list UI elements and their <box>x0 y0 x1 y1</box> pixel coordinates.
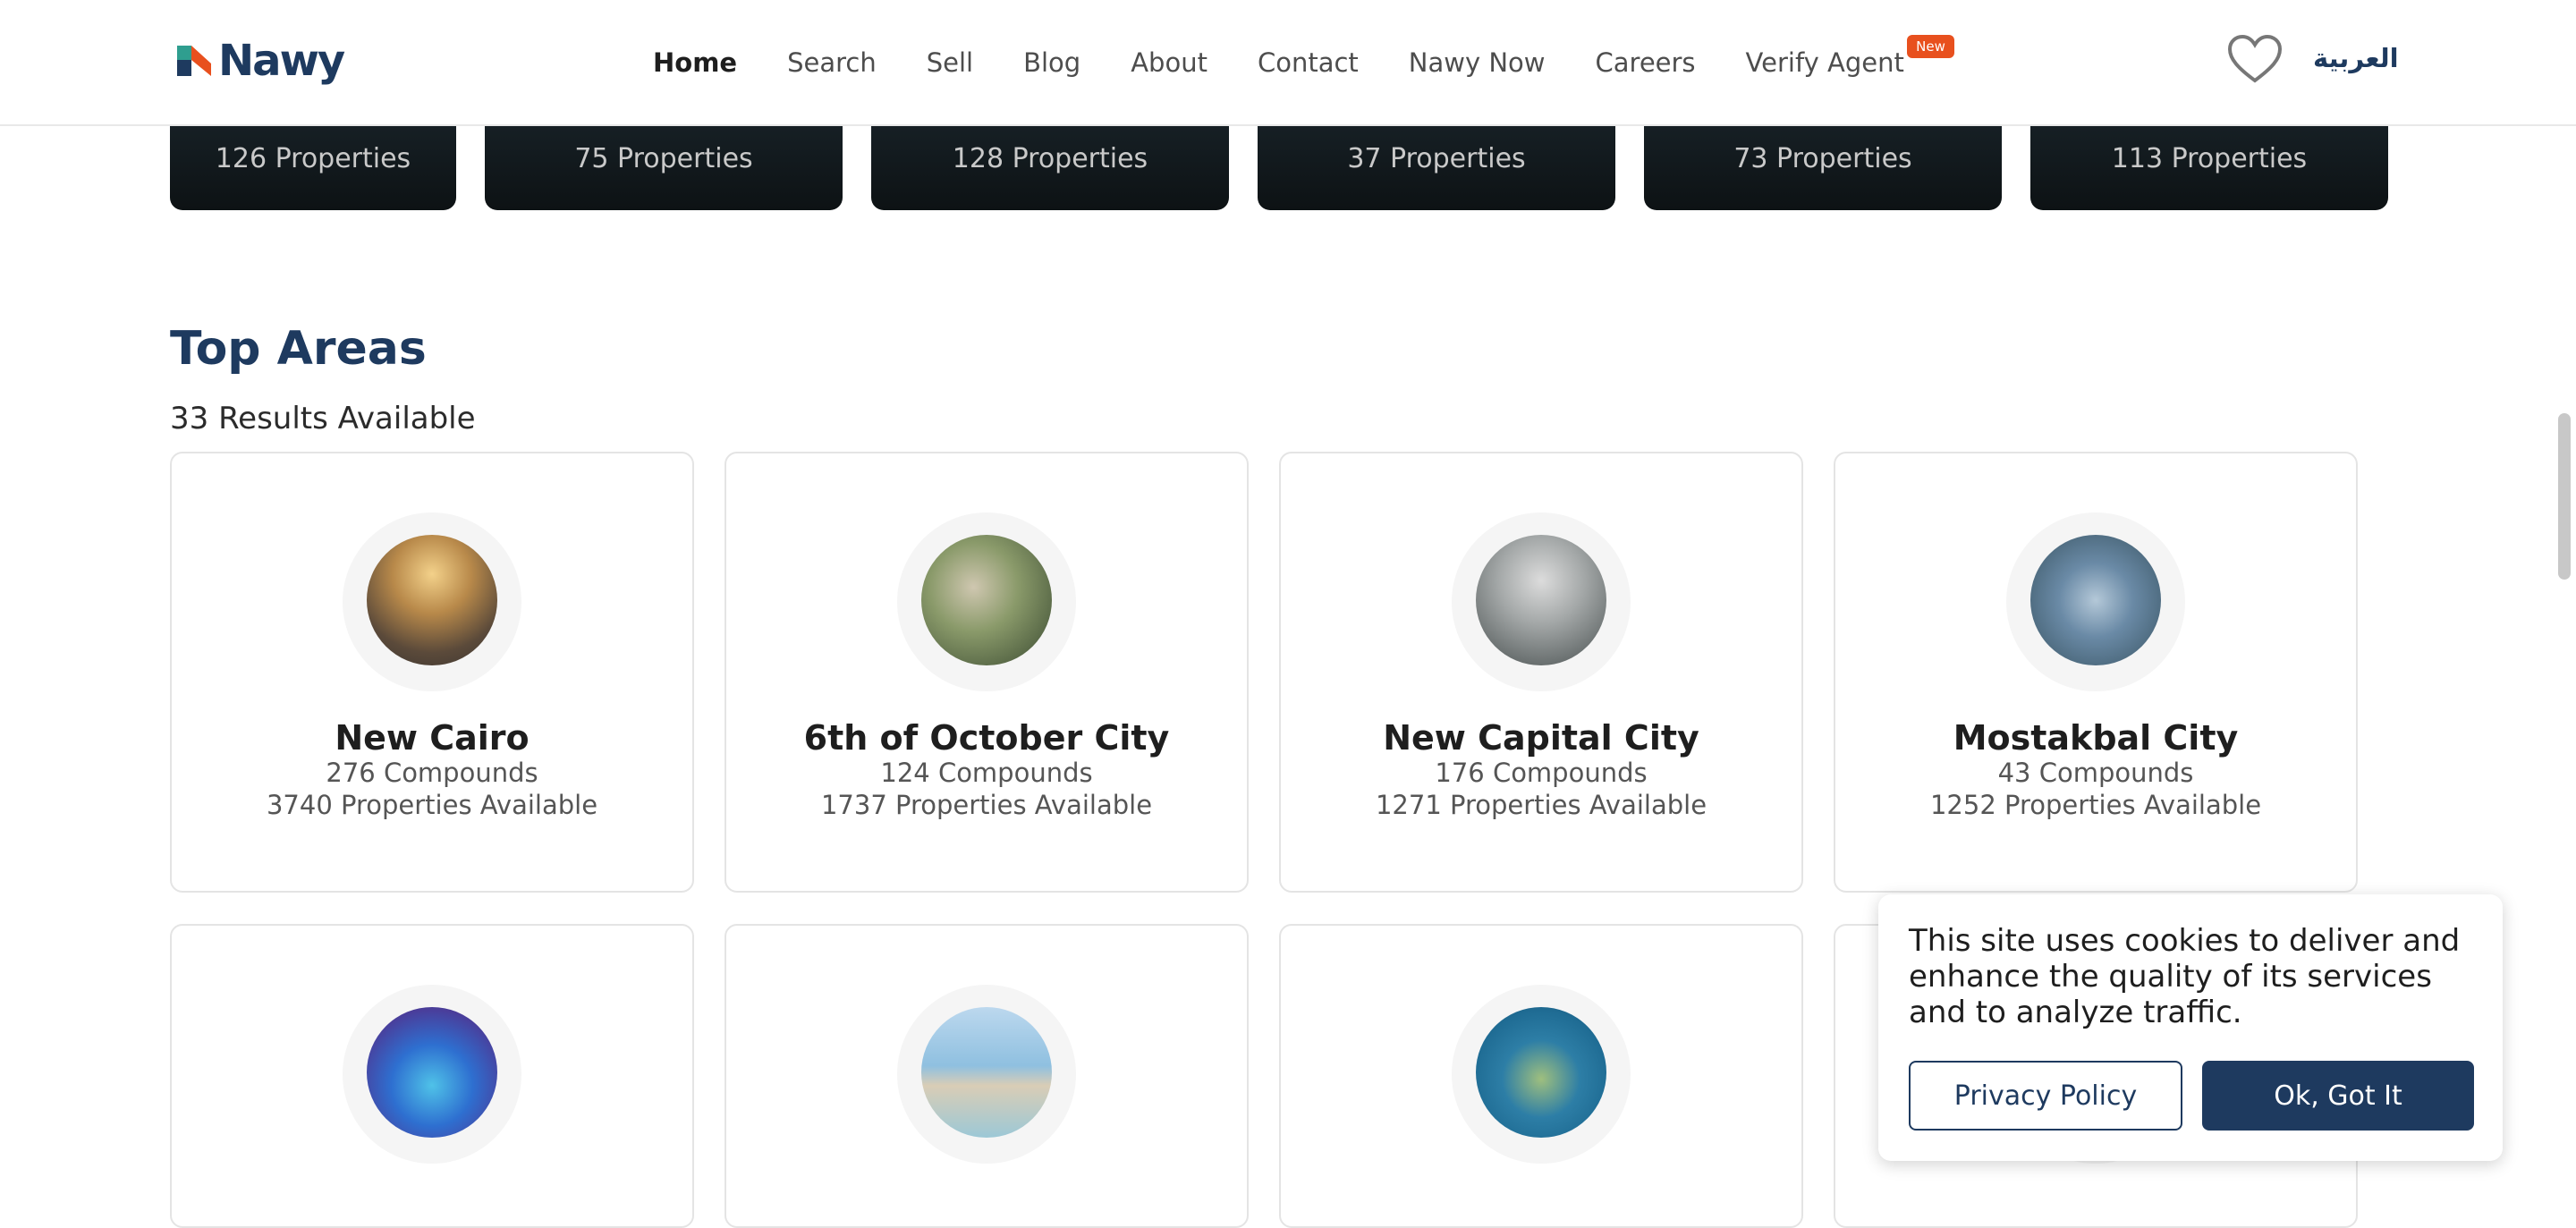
site-header: Nawy Home Search Sell Blog About Contact… <box>0 0 2576 126</box>
area-name: New Cairo <box>335 718 530 758</box>
accept-cookies-button[interactable]: Ok, Got It <box>2202 1061 2474 1131</box>
nav-nawy-now[interactable]: Nawy Now <box>1409 47 1546 78</box>
area-card[interactable]: Mostakbal City 43 Compounds 1252 Propert… <box>1834 452 2358 893</box>
area-name: 6th of October City <box>803 718 1170 758</box>
scrollbar-thumb[interactable] <box>2558 413 2571 580</box>
area-card[interactable]: 6th of October City 124 Compounds 1737 P… <box>724 452 1249 893</box>
area-compounds: 276 Compounds <box>326 758 538 788</box>
property-count: 113 Properties <box>2111 143 2308 174</box>
area-compounds: 176 Compounds <box>1435 758 1648 788</box>
property-count: 37 Properties <box>1347 143 1526 174</box>
area-compounds: 124 Compounds <box>880 758 1093 788</box>
privacy-policy-button[interactable]: Privacy Policy <box>1909 1061 2182 1131</box>
nawy-logo[interactable]: Nawy <box>175 36 345 86</box>
section-title: Top Areas <box>170 322 427 376</box>
area-available: 3740 Properties Available <box>266 790 598 820</box>
area-card[interactable]: New Cairo 276 Compounds 3740 Properties … <box>170 452 694 893</box>
area-card[interactable] <box>724 924 1249 1228</box>
area-name: New Capital City <box>1383 718 1699 758</box>
area-card[interactable] <box>170 924 694 1228</box>
nav-verify-agent-label: Verify Agent <box>1745 47 1904 78</box>
area-image <box>921 1007 1052 1138</box>
area-image <box>1476 1007 1606 1138</box>
logo-text: Nawy <box>218 36 345 86</box>
main-nav: Home Search Sell Blog About Contact Nawy… <box>653 35 1954 89</box>
area-available: 1271 Properties Available <box>1375 790 1707 820</box>
favorites-heart-icon[interactable] <box>2227 34 2283 84</box>
area-image <box>367 1007 497 1138</box>
area-compounds: 43 Compounds <box>1997 758 2194 788</box>
area-image <box>2030 535 2161 665</box>
area-name: Mostakbal City <box>1953 718 2239 758</box>
cookie-message: This site uses cookies to deliver and en… <box>1909 923 2461 1030</box>
area-image <box>367 535 497 665</box>
nav-search[interactable]: Search <box>787 47 877 78</box>
nawy-logo-icon <box>177 46 211 76</box>
nav-home[interactable]: Home <box>653 47 737 78</box>
area-image <box>1476 535 1606 665</box>
property-count: 75 Properties <box>574 143 753 174</box>
nav-careers[interactable]: Careers <box>1596 47 1696 78</box>
nav-about[interactable]: About <box>1131 47 1208 78</box>
results-count: 33 Results Available <box>170 401 476 436</box>
nav-contact[interactable]: Contact <box>1258 47 1359 78</box>
nav-blog[interactable]: Blog <box>1023 47 1080 78</box>
area-available: 1737 Properties Available <box>820 790 1153 820</box>
area-available: 1252 Properties Available <box>1929 790 2262 820</box>
property-count: 73 Properties <box>1733 143 1912 174</box>
area-card[interactable] <box>1279 924 1803 1228</box>
area-card[interactable]: New Capital City 176 Compounds 1271 Prop… <box>1279 452 1803 893</box>
nav-verify-agent[interactable]: Verify Agent New <box>1745 35 1954 78</box>
cookie-banner: This site uses cookies to deliver and en… <box>1878 894 2503 1161</box>
nav-sell[interactable]: Sell <box>927 47 973 78</box>
language-switch[interactable]: العربية <box>2313 43 2399 73</box>
property-count: 126 Properties <box>215 143 411 174</box>
new-badge: New <box>1907 35 1954 58</box>
property-count: 128 Properties <box>952 143 1148 174</box>
area-image <box>921 535 1052 665</box>
